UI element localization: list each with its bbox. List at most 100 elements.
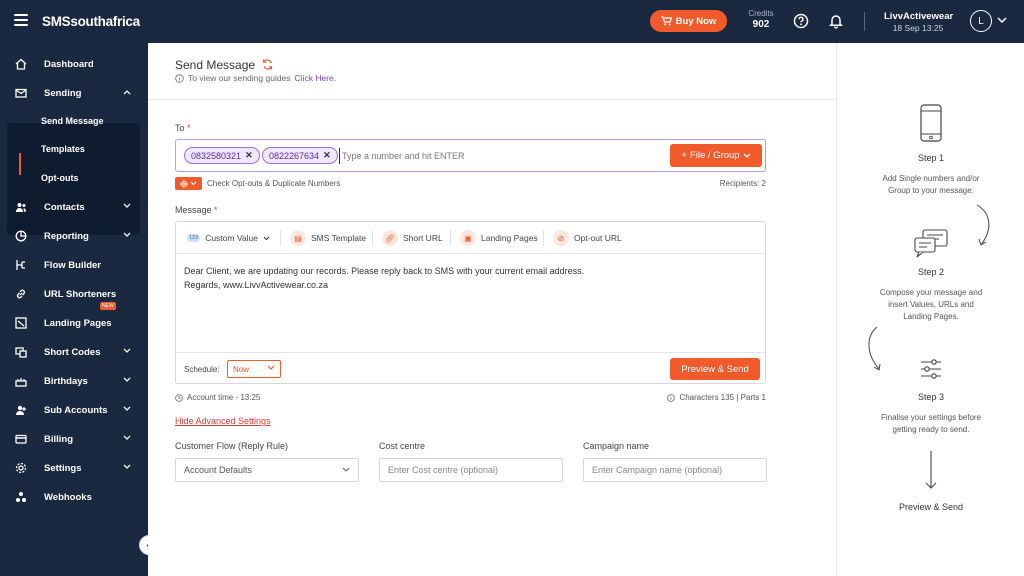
sidebar-item-landing-pages[interactable]: Landing Pages <box>0 312 148 334</box>
chevron-down-icon <box>123 435 131 440</box>
sidebar-item-label: Settings <box>44 462 82 474</box>
file-group-button[interactable]: + File / Group <box>670 144 762 167</box>
sidebar-item-reporting[interactable]: Reporting <box>0 225 148 247</box>
remove-chip-icon[interactable]: ✕ <box>323 150 331 161</box>
sms-template-button[interactable]: ▤ SMS Template <box>290 230 366 246</box>
sidebar-item-label: Dashboard <box>44 58 94 70</box>
account-time: Account time - 13:25 <box>175 393 260 402</box>
schedule-label: Schedule: <box>184 365 220 374</box>
chevron-down-icon <box>342 467 350 472</box>
sidebar-item-label: URL Shorteners <box>44 288 117 300</box>
sidebar-item-label: Sending <box>44 87 82 99</box>
remove-chip-icon[interactable]: ✕ <box>245 150 253 161</box>
campaign-name-label: Campaign name <box>583 441 650 451</box>
short-url-label: Short URL <box>403 233 443 243</box>
sidebar-item-webhooks[interactable]: Webhooks <box>0 486 148 508</box>
to-label-text: To <box>175 123 185 133</box>
sidebar-item-label: Flow Builder <box>44 259 101 271</box>
buy-now-label: Buy Now <box>675 15 717 27</box>
customer-flow-select[interactable]: Account Defaults <box>175 458 359 482</box>
schedule-value: Now <box>233 364 250 374</box>
divider <box>864 12 865 31</box>
optout-settings-button[interactable] <box>175 177 202 190</box>
chevron-down-icon <box>123 203 131 208</box>
optout-url-button[interactable]: ⊘ Opt-out URL <box>553 230 622 246</box>
step-2: Step 2 Compose your message and insert V… <box>837 267 1024 323</box>
help-icon[interactable] <box>793 13 809 29</box>
guide-link[interactable]: Click Here. <box>295 73 337 83</box>
link-icon <box>16 289 26 299</box>
divider <box>372 230 373 246</box>
chevron-down-icon <box>123 406 131 411</box>
chevron-down-icon <box>267 365 275 370</box>
avatar[interactable]: L <box>970 10 992 32</box>
sidebar-sub-optouts[interactable]: Opt-outs <box>41 173 79 183</box>
campaign-name-input[interactable] <box>583 458 767 482</box>
sidebar-item-dashboard[interactable]: Dashboard <box>0 53 148 75</box>
chevron-up-icon <box>123 90 131 95</box>
optout-url-label: Opt-out URL <box>574 233 622 243</box>
recipients-field[interactable]: 0832580321✕ 0822267634✕ + File / Group <box>175 139 766 172</box>
step-title: Step 1 <box>917 153 945 163</box>
short-url-button[interactable]: 🔗︎ Short URL <box>382 230 443 246</box>
refresh-icon[interactable] <box>262 59 273 70</box>
recipient-chip[interactable]: 0832580321 ✕ <box>184 147 260 164</box>
recipient-chip[interactable]: 0822267634 ✕ <box>262 147 338 164</box>
step-description: Compose your message and insert Values, … <box>879 288 983 321</box>
number-input[interactable] <box>339 148 659 164</box>
plus-icon: + <box>681 150 687 161</box>
landing-icon <box>15 317 27 329</box>
chevron-down-icon <box>263 236 270 240</box>
message-label: Message * <box>175 205 218 215</box>
cart-icon <box>660 16 672 26</box>
webhook-icon <box>16 492 26 502</box>
message-composer: 123 Custom Value ▤ SMS Template 🔗︎ Short… <box>175 221 766 384</box>
chevron-down-icon[interactable] <box>997 17 1007 24</box>
custom-value-button[interactable]: 123 Custom Value <box>187 230 270 246</box>
subaccounts-icon <box>16 405 26 415</box>
sidebar-sub-send-message[interactable]: Send Message <box>41 116 104 126</box>
curved-arrow-icon <box>868 326 881 371</box>
brand-logo[interactable]: SMSsouthafrica <box>42 14 140 29</box>
custom-value-badge: 123 <box>187 234 201 242</box>
sidebar-sub-templates[interactable]: Templates <box>41 144 85 154</box>
schedule-select[interactable]: Now <box>227 360 281 378</box>
to-label: To * <box>175 123 191 133</box>
recipient-number: 0832580321 <box>191 150 242 161</box>
sidebar-item-sending[interactable]: Sending <box>0 82 148 104</box>
recipients-count: Recipients: 2 <box>719 179 766 188</box>
customer-flow-label: Customer Flow (Reply Rule) <box>175 441 289 451</box>
block-icon: ⊘ <box>553 230 569 246</box>
page-title-text: Send Message <box>175 58 256 72</box>
sidebar-item-settings[interactable]: Settings <box>0 457 148 479</box>
step-1: Step 1 Add Single numbers and/or Group t… <box>837 153 1024 197</box>
user-info[interactable]: LivvActivewear 18 Sep 13:25 <box>884 11 953 33</box>
chevron-down-icon <box>123 377 131 382</box>
arrow-down-icon <box>925 451 937 489</box>
bell-icon[interactable] <box>828 13 844 29</box>
preview-send-button[interactable]: Preview & Send <box>670 358 760 380</box>
sidebar-item-flow-builder[interactable]: Flow Builder <box>0 254 148 276</box>
credits: Credits 902 <box>742 9 780 30</box>
hide-advanced-settings-link[interactable]: Hide Advanced Settings <box>175 416 271 426</box>
message-textarea[interactable]: Dear Client, we are updating our records… <box>184 264 744 292</box>
landing-pages-button[interactable]: ▣ Landing Pages <box>460 230 538 246</box>
message-toolbar: 123 Custom Value ▤ SMS Template 🔗︎ Short… <box>176 222 765 254</box>
sidebar-item-label: Sub Accounts <box>44 404 108 416</box>
landing-page-icon: ▣ <box>460 230 476 246</box>
sidebar-item-birthdays[interactable]: Birthdays <box>0 370 148 392</box>
optout-check-row: Check Opt-outs & Duplicate Numbers <box>175 177 340 190</box>
buy-now-button[interactable]: Buy Now <box>650 10 727 32</box>
sidebar-item-short-codes[interactable]: Short Codes <box>0 341 148 363</box>
sidebar-item-label: Birthdays <box>44 375 88 387</box>
cost-centre-input[interactable] <box>379 458 563 482</box>
sidebar-item-contacts[interactable]: Contacts <box>0 196 148 218</box>
sidebar-item-url-shorteners[interactable]: URL Shorteners <box>0 283 148 305</box>
recipient-number: 0822267634 <box>269 150 320 161</box>
sidebar-item-billing[interactable]: Billing <box>0 428 148 450</box>
menu-icon[interactable] <box>14 14 28 26</box>
contacts-icon <box>16 203 26 212</box>
sidebar-item-sub-accounts[interactable]: Sub Accounts <box>0 399 148 421</box>
required-marker: * <box>214 205 218 215</box>
credits-label: Credits <box>748 9 774 18</box>
